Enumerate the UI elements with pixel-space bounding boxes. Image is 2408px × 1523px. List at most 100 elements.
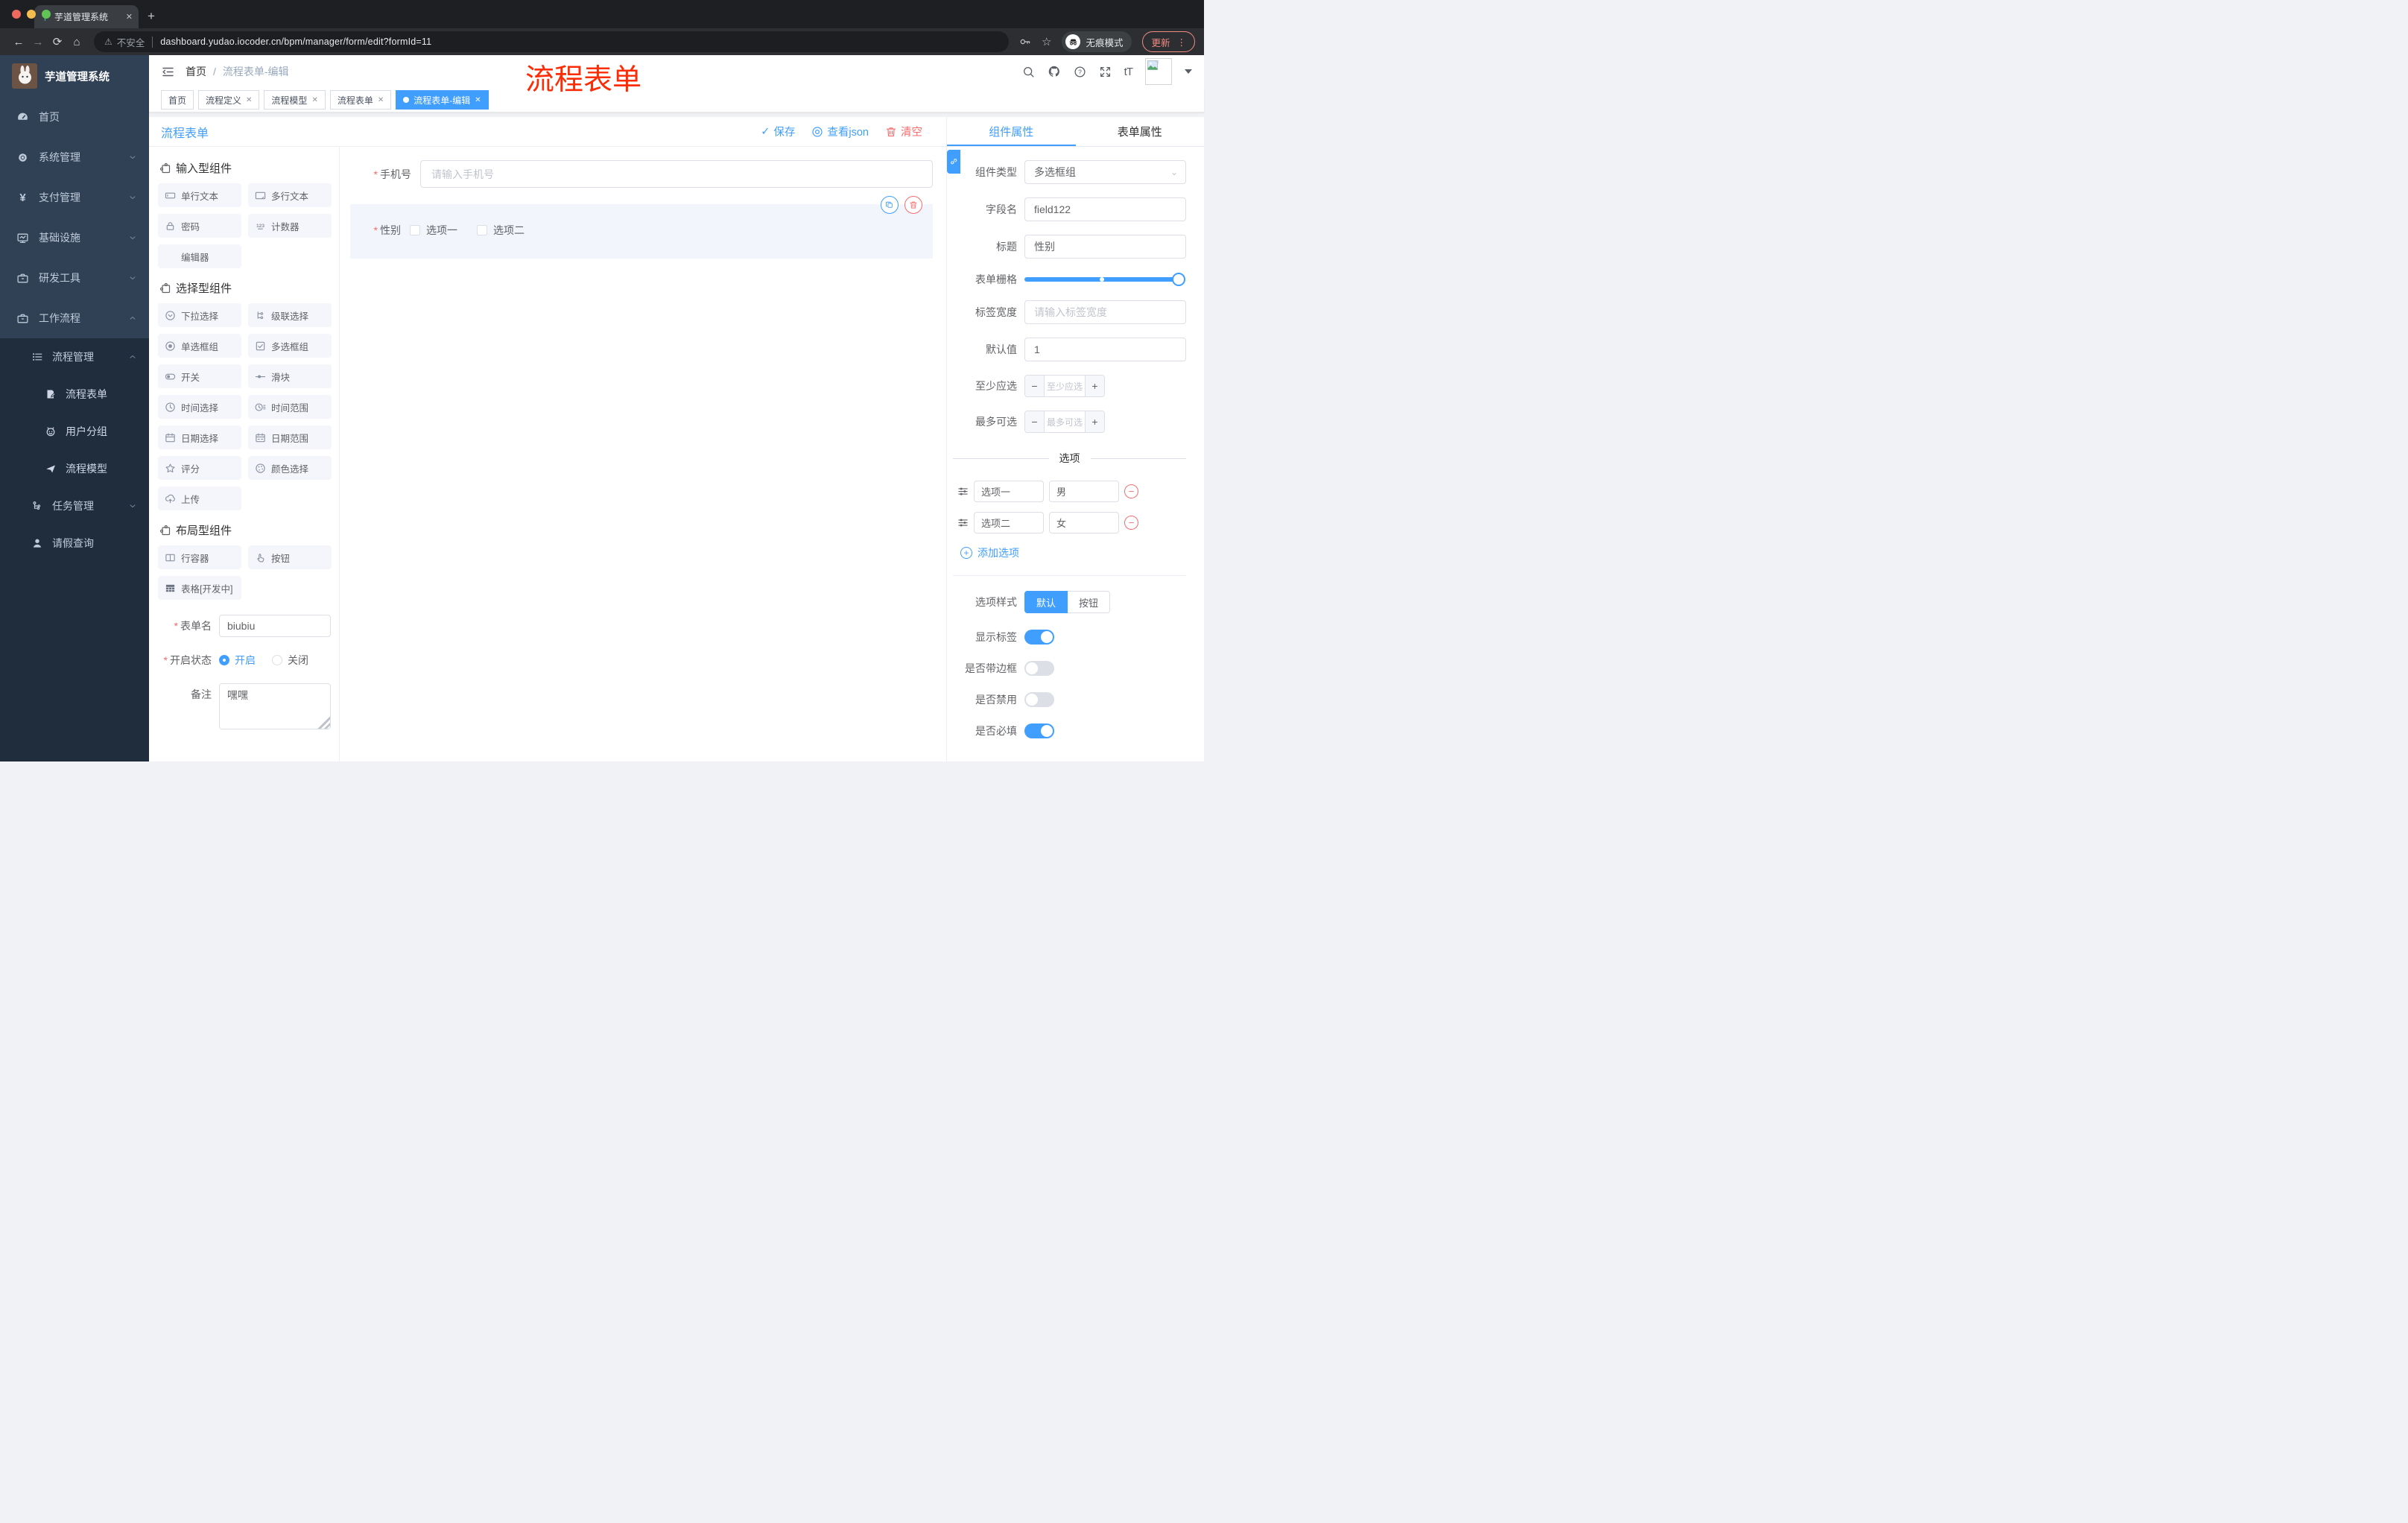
required-toggle[interactable] [1024,723,1054,738]
style-default-button[interactable]: 默认 [1024,591,1068,613]
view-json-button[interactable]: 查看json [811,124,869,139]
option-label-input[interactable] [974,512,1044,533]
minimize-window-button[interactable] [27,10,36,19]
palette-item-counter[interactable]: 123 计数器 [248,214,332,238]
form-name-input[interactable] [219,615,331,637]
form-grid-slider[interactable] [1024,273,1185,286]
palette-item-button[interactable]: 按钮 [248,545,332,569]
tag-close-icon[interactable]: ✕ [378,96,384,104]
palette-item-table[interactable]: 表格[开发中] [158,576,241,600]
copy-component-button[interactable] [881,196,899,214]
with-border-toggle[interactable] [1024,661,1054,676]
sidebar-item-user-group[interactable]: 用户分组 [0,413,149,450]
tag-close-icon[interactable]: ✕ [475,96,481,104]
show-label-toggle[interactable] [1024,630,1054,645]
sidebar-item-process-model[interactable]: 流程模型 [0,450,149,487]
palette-item-rate[interactable]: 评分 [158,456,241,480]
stepper-increase-button[interactable]: + [1085,411,1104,432]
palette-item-editor[interactable]: 编辑器 [158,244,241,268]
delete-component-button[interactable] [904,196,922,214]
palette-item-cascader[interactable]: 级联选择 [248,303,332,327]
tag-process-definition[interactable]: 流程定义 ✕ [198,90,260,110]
palette-item-slider[interactable]: 滑块 [248,364,332,388]
drag-handle-icon[interactable] [957,486,969,497]
font-size-icon[interactable]: tT [1124,66,1133,78]
home-icon[interactable]: ⌂ [67,36,86,48]
tag-process-form-edit[interactable]: 流程表单-编辑 ✕ [396,90,489,110]
bookmark-star-icon[interactable]: ☆ [1042,35,1051,48]
tag-home[interactable]: 首页 [161,90,194,110]
status-radio-on[interactable]: 开启 [219,653,256,668]
sidebar-item-process-form[interactable]: 流程表单 [0,376,149,413]
option-label-input[interactable] [974,481,1044,502]
new-tab-button[interactable]: + [148,9,155,24]
title-input[interactable] [1024,235,1186,259]
tag-process-model[interactable]: 流程模型 ✕ [264,90,326,110]
help-icon[interactable]: ? [1074,66,1086,78]
palette-item-radio-group[interactable]: 单选框组 [158,334,241,358]
sidebar-item-infra[interactable]: 基础设施 [0,218,149,258]
stepper-increase-button[interactable]: + [1085,376,1104,396]
address-bar[interactable]: ⚠ 不安全 dashboard.yudao.iocoder.cn/bpm/man… [94,31,1010,52]
zoom-window-button[interactable] [42,10,51,19]
label-width-input[interactable] [1024,300,1186,324]
sidebar-item-process-management[interactable]: 流程管理 [0,338,149,376]
palette-item-color-picker[interactable]: 颜色选择 [248,456,332,480]
macos-traffic-lights[interactable] [12,10,51,19]
style-button-button[interactable]: 按钮 [1068,591,1111,613]
forward-icon[interactable]: → [28,36,48,48]
default-value-input[interactable] [1024,338,1186,361]
slider-handle[interactable] [1172,273,1185,286]
palette-item-checkbox-group[interactable]: 多选框组 [248,334,332,358]
stepper-decrease-button[interactable]: − [1025,376,1045,396]
sidebar-item-task-management[interactable]: 任务管理 [0,487,149,525]
collapse-menu-icon[interactable] [161,65,175,79]
password-key-icon[interactable] [1019,36,1031,48]
github-icon[interactable] [1048,65,1061,78]
sidebar-item-workflow[interactable]: 工作流程 [0,298,149,338]
drag-handle-icon[interactable] [957,517,969,528]
close-window-button[interactable] [12,10,21,19]
palette-item-multi-text[interactable]: 多行文本 [248,183,332,207]
breadcrumb-home[interactable]: 首页 [186,64,206,79]
field-name-input[interactable] [1024,197,1186,221]
gender-option-2-checkbox[interactable]: 选项二 [477,223,525,238]
palette-item-select[interactable]: 下拉选择 [158,303,241,327]
palette-item-row-container[interactable]: 行容器 [158,545,241,569]
palette-item-single-text[interactable]: 单行文本 [158,183,241,207]
reload-icon[interactable]: ⟳ [48,35,67,48]
tag-close-icon[interactable]: ✕ [311,96,317,104]
min-select-value[interactable]: 至少应选 [1045,376,1085,396]
tag-close-icon[interactable]: ✕ [246,96,252,104]
add-option-button[interactable]: + 添加选项 [960,545,1186,560]
clear-button[interactable]: 清空 [885,124,922,139]
stepper-decrease-button[interactable]: − [1025,411,1045,432]
tab-component-props[interactable]: 组件属性 [947,117,1076,146]
palette-item-time-picker[interactable]: 时间选择 [158,395,241,419]
tab-form-props[interactable]: 表单属性 [1076,117,1205,146]
palette-item-date-range[interactable]: 日期范围 [248,425,332,449]
max-select-value[interactable]: 最多可选 [1045,411,1085,432]
remove-option-button[interactable]: − [1124,516,1138,530]
form-canvas[interactable]: 手机号 [340,147,946,762]
sidebar-item-payment[interactable]: ¥ 支付管理 [0,177,149,218]
gender-option-1-checkbox[interactable]: 选项一 [410,223,457,238]
option-value-input[interactable] [1049,512,1119,533]
sidebar-item-system[interactable]: 系统管理 [0,137,149,177]
canvas-field-gender-selected[interactable]: 性别 选项一 选项二 [350,196,933,259]
chrome-menu-icon[interactable]: ⋮ [1177,37,1187,48]
sidebar-item-devtools[interactable]: 研发工具 [0,258,149,298]
palette-item-date-picker[interactable]: 日期选择 [158,425,241,449]
form-remark-textarea[interactable]: 嘿嘿 [219,683,331,729]
palette-item-switch[interactable]: 开关 [158,364,241,388]
tag-process-form[interactable]: 流程表单 ✕ [329,90,392,110]
sidebar-item-leave-query[interactable]: 请假查询 [0,525,149,562]
sidebar-item-home[interactable]: 首页 [0,97,149,137]
tab-close-icon[interactable]: ✕ [126,12,133,22]
palette-item-upload[interactable]: 上传 [158,487,241,510]
link-handle[interactable] [947,150,960,174]
save-button[interactable]: ✓ 保存 [761,124,795,139]
component-type-select[interactable]: 多选框组 ⌄ [1024,160,1186,184]
status-radio-off[interactable]: 关闭 [272,653,308,668]
palette-item-time-range[interactable]: 时间范围 [248,395,332,419]
